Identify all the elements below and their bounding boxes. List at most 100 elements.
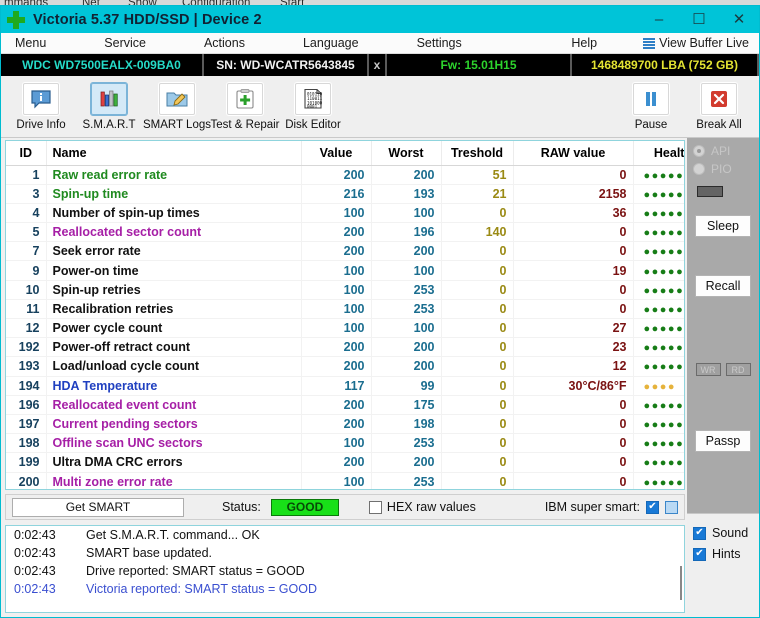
header-id[interactable]: ID [6, 141, 47, 166]
row-raw-value: 19 [513, 260, 634, 281]
row-value: 200 [301, 222, 372, 243]
row-raw-value: 12 [513, 356, 634, 377]
sleep-button[interactable]: Sleep [695, 215, 751, 237]
api-radio-icon[interactable] [693, 145, 705, 157]
table-row[interactable]: 4 Number of spin-up times 100 100 0 36 ●●●●● [6, 203, 684, 224]
table-row[interactable]: 7 Seek error rate 200 200 0 0 ●●●●● [6, 241, 684, 262]
recall-button[interactable]: Recall [695, 275, 751, 297]
hints-checkbox[interactable] [693, 547, 706, 561]
table-row[interactable]: 198 Offline scan UNC sectors 100 253 0 0 ●●●●● [6, 433, 684, 454]
table-row[interactable]: 199 Ultra DMA CRC errors 200 200 0 0 ●●●●● [6, 452, 684, 473]
row-name: Seek error rate [46, 241, 302, 262]
table-row[interactable]: 9 Power-on time 100 100 0 19 ●●●●● [6, 260, 684, 281]
view-buffer-live-button[interactable]: View Buffer Live [637, 33, 755, 53]
victoria-window: Victoria 5.37 HDD/SSD | Device 2 – ☐ ✕ M… [0, 5, 760, 618]
row-id: 3 [6, 184, 47, 204]
row-health: ●●●●● [633, 452, 684, 473]
ibm-super-smart-group[interactable]: IBM super smart: [545, 500, 678, 514]
row-raw-value: 2158 [513, 184, 634, 204]
toolbar-button-drive-info[interactable]: Drive Info [7, 80, 75, 136]
table-row[interactable]: 10 Spin-up retries 100 253 0 0 ●●●●● [6, 280, 684, 300]
row-value: 100 [301, 472, 372, 489]
api-radio-row[interactable]: API [693, 144, 753, 158]
log-scrollbar[interactable] [680, 566, 682, 600]
row-threshold: 21 [441, 184, 514, 204]
menu-item-help[interactable]: Help [561, 33, 607, 53]
header-threshold[interactable]: Treshold [441, 141, 514, 166]
table-row[interactable]: 192 Power-off retract count 200 200 0 23 ●●●●● [6, 337, 684, 358]
sound-checkbox-row[interactable]: Sound [693, 526, 759, 540]
row-health: ●●●●● [633, 318, 684, 339]
drive-model: WDC WD7500EALX-009BA0 [1, 54, 204, 76]
row-name: Reallocated event count [46, 395, 302, 415]
toolbar-label-smart: S.M.A.R.T [82, 119, 136, 131]
hints-checkbox-row[interactable]: Hints [693, 547, 759, 561]
menu-item-settings[interactable]: Settings [407, 33, 472, 53]
sound-checkbox[interactable] [693, 526, 706, 540]
close-icon[interactable]: ✕ [719, 6, 759, 33]
extra-toggle-checkbox[interactable] [665, 500, 678, 514]
row-value: 200 [301, 395, 372, 415]
toolbar-button-smart[interactable]: S.M.A.R.T [75, 80, 143, 136]
menu-item-language[interactable]: Language [293, 33, 369, 53]
smart-attribute-table[interactable]: ID Name Value Worst Treshold RAW value H… [5, 140, 685, 490]
table-row[interactable]: 5 Reallocated sector count 200 196 140 0 ●●●●● [6, 222, 685, 243]
health-dots-icon: ●●●●● [643, 399, 685, 412]
header-raw-value[interactable]: RAW value [513, 141, 634, 166]
ibm-super-smart-checkbox[interactable] [646, 500, 659, 514]
table-row[interactable]: 194 HDA Temperature 117 99 0 30°C/86°F ●●●● [6, 376, 684, 396]
drive-clear-button[interactable]: x [369, 54, 387, 76]
row-raw-value: 30°C/86°F [513, 376, 634, 396]
clipboard-plus-icon [226, 82, 264, 116]
row-threshold: 0 [441, 299, 514, 320]
row-name: Current pending sectors [46, 414, 302, 435]
header-name[interactable]: Name [46, 141, 302, 166]
table-row[interactable]: 196 Reallocated event count 200 175 0 0 ●●●●● [6, 395, 685, 415]
health-dots-icon: ●●●●● [643, 227, 685, 240]
row-health: ●●●●● [633, 433, 684, 454]
red-x-icon [700, 82, 738, 116]
table-row[interactable]: 197 Current pending sectors 200 198 0 0 ●●●●● [6, 414, 684, 435]
table-row[interactable]: 1 Raw read error rate 200 200 51 0 ●●●●● [6, 165, 685, 185]
minimize-icon[interactable]: – [639, 6, 679, 33]
row-id: 12 [6, 318, 47, 339]
toolbar-button-test-repair[interactable]: Test & Repair [210, 80, 280, 136]
hex-raw-values-checkbox[interactable]: HEX raw values [368, 500, 476, 514]
toolbar-button-pause[interactable]: Pause [617, 80, 685, 136]
hex-checkbox-box[interactable] [368, 500, 382, 514]
wr-button[interactable]: WR [695, 363, 721, 376]
header-value[interactable]: Value [301, 141, 372, 166]
window-controls: – ☐ ✕ [639, 6, 759, 33]
health-dots-icon: ●●●●● [643, 169, 685, 182]
row-value: 200 [301, 356, 372, 377]
table-row[interactable]: 193 Load/unload cycle count 200 200 0 12 ●●●●● [6, 356, 684, 377]
small-dark-button[interactable] [697, 186, 723, 197]
table-row[interactable]: 3 Spin-up time 216 193 21 2158 ●●●●● [6, 184, 684, 204]
passport-button[interactable]: Passp [695, 430, 751, 452]
table-row[interactable]: 12 Power cycle count 100 100 0 27 ●●●●● [6, 318, 684, 339]
log-panel[interactable]: 0:02:43 Get S.M.A.R.T. command... OK 0:02:… [5, 525, 685, 613]
pio-radio-icon[interactable] [693, 163, 705, 175]
pio-radio-row[interactable]: PIO [693, 162, 753, 176]
toolbar-label-pause: Pause [634, 119, 668, 131]
table-row[interactable]: 11 Recalibration retries 100 253 0 0 ●●●●● [6, 299, 684, 320]
sidebar-options: Sound Hints [687, 513, 759, 617]
row-worst: 100 [371, 203, 442, 224]
row-name: Power cycle count [46, 318, 302, 339]
toolbar-button-disk-editor[interactable]: 010110 110011 101000 0001 Disk Editor [279, 80, 347, 136]
rd-button[interactable]: RD [725, 363, 751, 376]
row-threshold: 0 [441, 472, 514, 489]
get-smart-button[interactable]: Get SMART [12, 497, 184, 517]
table-row[interactable]: 200 Multi zone error rate 100 253 0 0 ●●●●● [6, 472, 684, 489]
header-worst[interactable]: Worst [371, 141, 442, 166]
toolbar-button-smart-logs[interactable]: SMART Logs [143, 80, 211, 136]
title-bar[interactable]: Victoria 5.37 HDD/SSD | Device 2 – ☐ ✕ [1, 6, 759, 33]
menu-item-menu[interactable]: Menu [5, 33, 56, 53]
menu-item-service[interactable]: Service [94, 33, 156, 53]
toolbar-button-break-all[interactable]: Break All [685, 80, 753, 136]
maximize-icon[interactable]: ☐ [679, 6, 719, 33]
row-raw-value: 0 [513, 395, 634, 415]
menu-item-actions[interactable]: Actions [194, 33, 255, 53]
status-badge: GOOD [270, 498, 339, 516]
header-health[interactable]: Health [633, 141, 684, 166]
